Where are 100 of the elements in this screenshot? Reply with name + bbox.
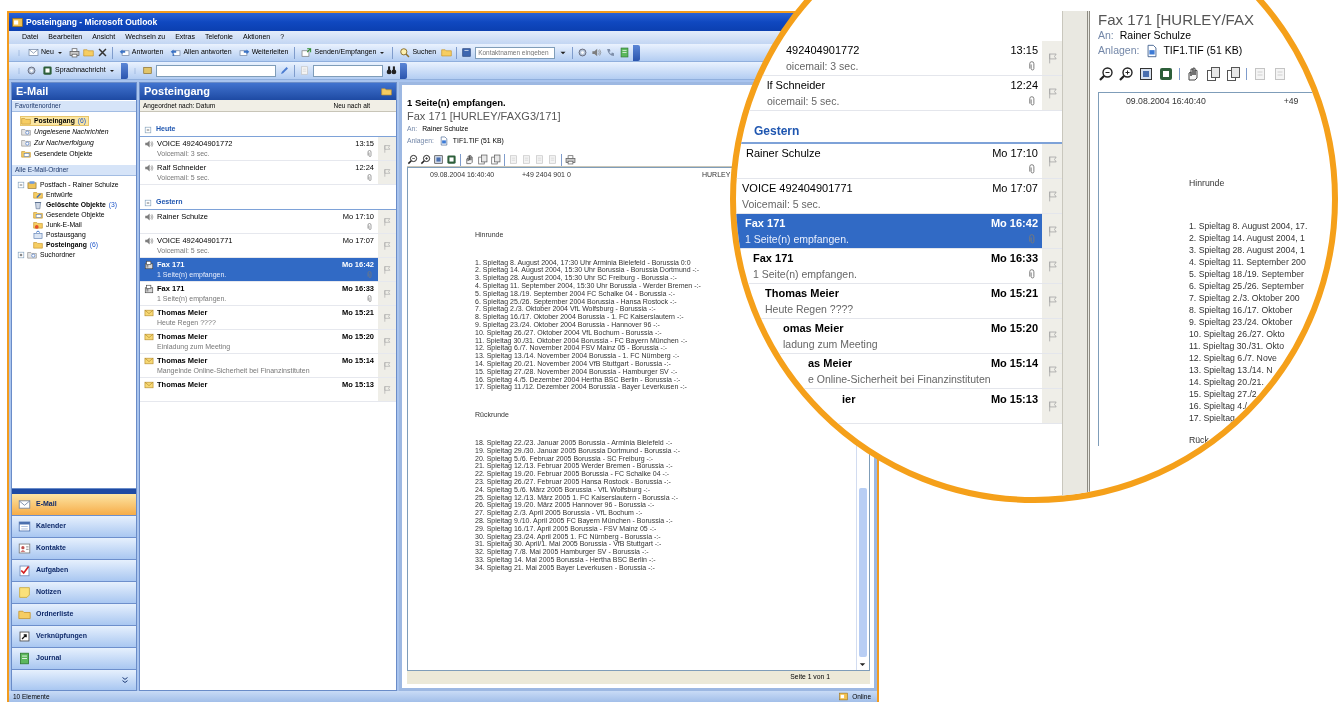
message-row[interactable]: Fax 171 Mo 16:42 1 Seite(n) empfangen.	[736, 214, 1062, 249]
delete-icon[interactable]	[96, 47, 108, 58]
attachment-link[interactable]: TIF1.TIF (51 KB)	[1145, 43, 1243, 58]
copy-icon[interactable]	[477, 154, 488, 165]
collapse-icon[interactable]	[16, 180, 26, 190]
hand-icon[interactable]	[1185, 66, 1201, 82]
page-icon[interactable]	[547, 154, 558, 165]
fax-icon	[144, 283, 154, 294]
folder-icon	[33, 190, 43, 200]
envelope-icon	[18, 498, 31, 511]
message-row[interactable]: lf Schneider 12:24 oicemail: 5 sec.	[736, 76, 1062, 111]
page-icon[interactable]	[521, 154, 532, 165]
hand-icon[interactable]	[464, 154, 475, 165]
message-row[interactable]: Thomas Meier Mo 15:21 Heute Regen ????	[736, 284, 1062, 319]
printer-icon[interactable]	[68, 47, 80, 58]
received-time: Mo 16:42	[990, 216, 1038, 230]
note-icon	[18, 586, 31, 599]
received-time: Mo 17:07	[992, 181, 1038, 195]
message-row[interactable]: Fax 171 Mo 16:33 1 Seite(n) empfangen.	[736, 249, 1062, 284]
toolbar-options-button[interactable]	[633, 44, 641, 61]
journal-icon	[18, 652, 31, 665]
message-row[interactable]: 492404901772 13:15 oicemail: 3 sec.	[736, 41, 1062, 76]
message-row[interactable]: omas Meier Mo 15:20 ladung zum Meeting	[736, 319, 1062, 354]
book-icon[interactable]	[619, 47, 631, 58]
zoom-out-icon[interactable]	[407, 154, 418, 165]
received-time: Mo 17:10	[992, 147, 1038, 161]
flag-icon[interactable]	[382, 288, 392, 299]
fax-text-line: 13. Spieltag 13./14. N	[1189, 364, 1274, 376]
toolbar-grip-icon[interactable]	[15, 48, 23, 57]
dropdown-field[interactable]	[155, 64, 276, 77]
shortcut-icon	[18, 630, 31, 643]
full-screen-icon[interactable]	[1158, 66, 1174, 82]
fax-text-line: 14. Spieltag 20./21.	[1189, 376, 1265, 388]
flag-icon[interactable]	[382, 360, 392, 371]
page-icon[interactable]	[1272, 66, 1288, 82]
message-preview: Voicemail: 5 sec.	[742, 197, 821, 211]
page-icon[interactable]	[534, 154, 545, 165]
flag-icon[interactable]	[382, 264, 392, 275]
envelope-icon	[144, 331, 154, 342]
zoom-in-icon[interactable]	[1118, 66, 1134, 82]
printer-icon[interactable]	[565, 154, 576, 165]
message-preview: 1 Seite(n) empfangen.	[753, 267, 857, 281]
folder-icon	[21, 116, 31, 126]
mailbox-icon	[27, 180, 37, 190]
folder-icon[interactable]	[441, 47, 453, 58]
fax-text-line: 16. Spieltag 4./	[1189, 400, 1248, 412]
speaker-icon	[144, 235, 154, 246]
message-row[interactable]: ier Mo 15:13	[736, 389, 1062, 424]
envelope-icon	[144, 307, 154, 318]
gear-icon[interactable]	[26, 65, 37, 76]
pane-splitter[interactable]	[12, 488, 136, 494]
pages-icon[interactable]	[490, 154, 501, 165]
configure-buttons-icon[interactable]	[120, 675, 130, 685]
flag-icon[interactable]	[382, 312, 392, 323]
envelope-icon	[144, 379, 154, 390]
collapse-icon[interactable]	[143, 124, 153, 135]
send-receive-icon	[301, 47, 313, 58]
trash-icon	[33, 200, 43, 210]
message-row[interactable]: as Meier Mo 15:14 e Online-Sicherheit bei Finanzinstituten	[736, 354, 1062, 389]
sender-name: lf Schneider	[767, 78, 826, 92]
toolbar-options-button[interactable]	[120, 62, 128, 79]
flag-icon[interactable]	[382, 167, 392, 178]
flag-icon[interactable]	[382, 143, 392, 154]
page-icon[interactable]	[508, 154, 519, 165]
dropdown-field[interactable]	[312, 64, 383, 77]
flag-icon[interactable]	[382, 384, 392, 395]
envelope-icon	[144, 355, 154, 366]
pane-title: E-Mail	[16, 84, 49, 99]
message-row[interactable]: Rainer Schulze Mo 17:10	[736, 144, 1062, 179]
pencil-icon[interactable]	[278, 65, 290, 76]
gear-icon[interactable]	[577, 47, 589, 58]
toolbar-options-button[interactable]	[399, 62, 407, 79]
fax-section-title: Hinrunde	[1189, 177, 1226, 189]
received-time: 13:15	[1010, 43, 1038, 57]
pages-icon[interactable]	[1225, 66, 1241, 82]
page-icon[interactable]	[1252, 66, 1268, 82]
phone-icon[interactable]	[605, 47, 617, 58]
sender-name: Fax 171	[753, 251, 794, 265]
full-screen-icon[interactable]	[446, 154, 457, 165]
fax-text-line: 17. Spieltag	[1189, 412, 1236, 424]
search-folder-icon	[21, 138, 31, 148]
scrollbar-thumb[interactable]	[859, 488, 867, 657]
flag-icon[interactable]	[382, 240, 392, 251]
page-icon[interactable]	[298, 65, 310, 76]
address-book-icon[interactable]	[461, 47, 473, 58]
zoom-in-icon[interactable]	[420, 154, 431, 165]
binoculars-icon[interactable]	[385, 65, 397, 76]
fit-page-icon[interactable]	[1138, 66, 1154, 82]
received-time: 12:24	[1010, 78, 1038, 92]
collapse-icon[interactable]	[143, 197, 153, 208]
search-folder-icon	[21, 127, 31, 137]
zoom-out-icon[interactable]	[1098, 66, 1114, 82]
expand-icon[interactable]	[16, 250, 26, 260]
flag-icon[interactable]	[382, 216, 392, 227]
sender-name: ier	[842, 393, 856, 407]
sender-name: VOICE 492404901771	[742, 181, 853, 195]
speaker-icon[interactable]	[591, 47, 603, 58]
toolbar-grip-icon[interactable]	[15, 66, 23, 75]
copy-icon[interactable]	[1205, 66, 1221, 82]
flag-icon[interactable]	[382, 336, 392, 347]
